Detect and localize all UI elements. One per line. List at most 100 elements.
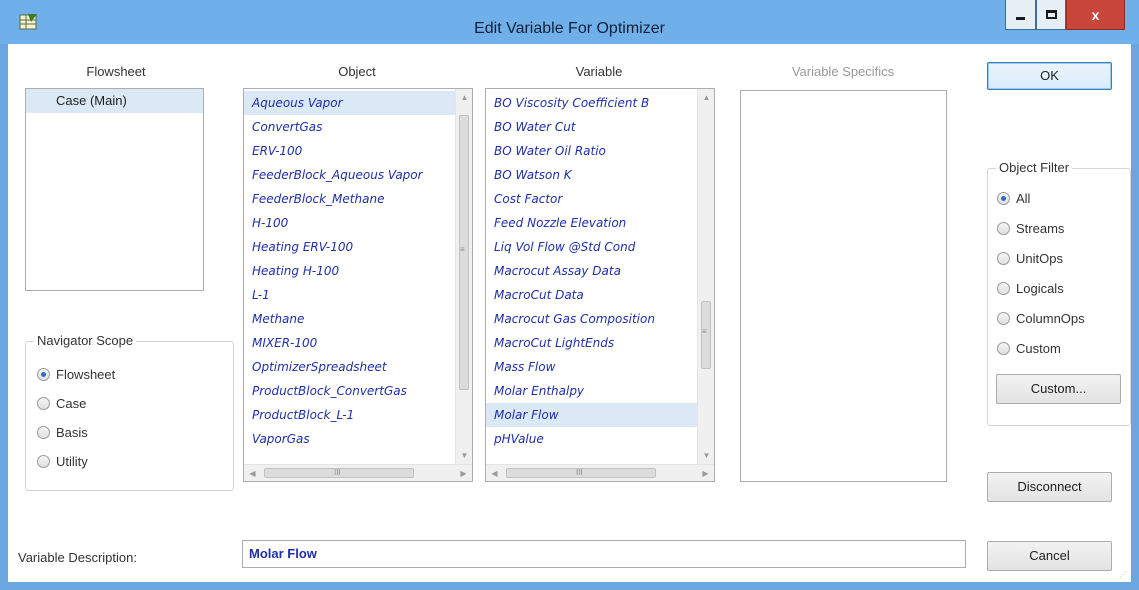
dialog-window: Edit Variable For Optimizer x Flowsheet … <box>0 0 1139 590</box>
scroll-down-arrow-icon[interactable]: ▼ <box>698 447 714 464</box>
close-button[interactable]: x <box>1066 0 1125 30</box>
scroll-down-arrow-icon[interactable]: ▼ <box>456 447 472 464</box>
variable-specifics-header: Variable Specifics <box>791 64 895 79</box>
radio-button-icon[interactable] <box>37 455 50 468</box>
list-item[interactable]: Mass Flow <box>486 355 697 379</box>
list-item[interactable]: MacroCut LightEnds <box>486 331 697 355</box>
ok-button[interactable]: OK <box>987 62 1112 90</box>
flowsheet-list[interactable]: Case (Main) <box>25 88 204 291</box>
object-items: Aqueous Vapor ConvertGas ERV-100 FeederBloc… <box>244 91 455 451</box>
radio-label: Logicals <box>1016 281 1064 296</box>
close-icon: x <box>1091 6 1100 23</box>
navigator-scope-legend: Navigator Scope <box>34 333 137 348</box>
radio-option[interactable]: Flowsheet <box>37 367 115 382</box>
list-item[interactable]: ProductBlock_L-1 <box>244 403 455 427</box>
variable-list[interactable]: BO Viscosity Coefficient B BO Water Cut BO… <box>485 88 715 482</box>
object-list[interactable]: Aqueous Vapor ConvertGas ERV-100 FeederBloc… <box>243 88 473 482</box>
radio-option[interactable]: Case <box>37 396 86 411</box>
list-item[interactable]: ConvertGas <box>244 115 455 139</box>
cancel-button[interactable]: Cancel <box>987 541 1112 571</box>
object-filter-legend: Object Filter <box>996 160 1073 175</box>
radio-option[interactable]: All <box>997 191 1030 206</box>
resize-grip-icon[interactable]: ⋰ <box>1119 570 1129 580</box>
list-item[interactable]: BO Watson K <box>486 163 697 187</box>
radio-option[interactable]: Logicals <box>997 281 1064 296</box>
list-item[interactable]: ERV-100 <box>244 139 455 163</box>
list-item[interactable]: L-1 <box>244 283 455 307</box>
list-item[interactable]: FeederBlock_Methane <box>244 187 455 211</box>
list-item[interactable]: MacroCut Data <box>486 283 697 307</box>
custom-filter-button[interactable]: Custom... <box>996 374 1121 404</box>
scroll-left-arrow-icon[interactable]: ◀ <box>244 465 261 481</box>
list-item[interactable]: Macrocut Gas Composition <box>486 307 697 331</box>
scroll-up-arrow-icon[interactable]: ▲ <box>698 89 714 106</box>
radio-option[interactable]: Custom <box>997 341 1061 356</box>
scroll-left-arrow-icon[interactable]: ◀ <box>486 465 503 481</box>
scroll-up-arrow-icon[interactable]: ▲ <box>456 89 472 106</box>
radio-option[interactable]: Utility <box>37 454 88 469</box>
radio-button-icon[interactable] <box>997 192 1010 205</box>
list-item[interactable]: BO Water Oil Ratio <box>486 139 697 163</box>
scroll-grip-icon: III <box>334 468 341 477</box>
radio-button-icon[interactable] <box>37 426 50 439</box>
list-item[interactable]: Cost Factor <box>486 187 697 211</box>
object-header: Object <box>338 64 376 79</box>
radio-label: Case <box>56 396 87 411</box>
list-item[interactable]: FeederBlock_Aqueous Vapor <box>244 163 455 187</box>
object-horizontal-scrollbar[interactable]: ◀ III ▶ <box>244 464 472 481</box>
variable-vertical-scrollbar[interactable]: ▲ ≡ ▼ <box>697 89 714 464</box>
minimize-button[interactable] <box>1005 0 1036 30</box>
radio-label: All <box>1016 191 1031 206</box>
list-item[interactable]: Molar Enthalpy <box>486 379 697 403</box>
maximize-icon <box>1045 10 1057 19</box>
radio-label: Custom <box>1016 341 1061 356</box>
variable-items: BO Viscosity Coefficient B BO Water Cut BO… <box>486 91 697 451</box>
list-item[interactable]: Macrocut Assay Data <box>486 259 697 283</box>
list-item[interactable]: Aqueous Vapor <box>244 91 455 115</box>
list-item[interactable]: BO Water Cut <box>486 115 697 139</box>
minimize-icon <box>1016 17 1025 20</box>
title-bar[interactable]: Edit Variable For Optimizer x <box>0 0 1139 44</box>
radio-option[interactable]: Streams <box>997 221 1064 236</box>
radio-button-icon[interactable] <box>37 368 50 381</box>
list-item[interactable]: Methane <box>244 307 455 331</box>
list-item[interactable]: ProductBlock_ConvertGas <box>244 379 455 403</box>
object-filter-group: Object Filter All Streams UnitOps Logicals C… <box>987 160 1131 426</box>
variable-header: Variable <box>575 64 623 79</box>
radio-button-icon[interactable] <box>997 342 1010 355</box>
disconnect-button[interactable]: Disconnect <box>987 472 1112 502</box>
list-item[interactable]: MIXER-100 <box>244 331 455 355</box>
list-item[interactable]: Heating H-100 <box>244 259 455 283</box>
list-item[interactable]: BO Viscosity Coefficient B <box>486 91 697 115</box>
list-item[interactable]: pHValue <box>486 427 697 451</box>
navigator-scope-group: Navigator Scope Flowsheet Case Basis Utilit… <box>25 333 234 491</box>
radio-option[interactable]: UnitOps <box>997 251 1063 266</box>
list-item[interactable]: OptimizerSpreadsheet <box>244 355 455 379</box>
radio-button-icon[interactable] <box>37 397 50 410</box>
variable-description-field[interactable]: Molar Flow <box>242 540 966 568</box>
list-item[interactable]: VaporGas <box>244 427 455 451</box>
radio-button-icon[interactable] <box>997 312 1010 325</box>
radio-label: Basis <box>56 425 88 440</box>
radio-option[interactable]: ColumnOps <box>997 311 1085 326</box>
radio-label: ColumnOps <box>1016 311 1085 326</box>
radio-button-icon[interactable] <box>997 222 1010 235</box>
dialog-body: Flowsheet Object Variable Variable Speci… <box>8 44 1131 582</box>
scroll-grip-icon: III <box>576 468 583 477</box>
radio-button-icon[interactable] <box>997 252 1010 265</box>
maximize-button[interactable] <box>1036 0 1066 30</box>
list-item[interactable]: Liq Vol Flow @Std Cond <box>486 235 697 259</box>
radio-label: Flowsheet <box>56 367 116 382</box>
radio-label: UnitOps <box>1016 251 1063 266</box>
list-item[interactable]: H-100 <box>244 211 455 235</box>
radio-option[interactable]: Basis <box>37 425 88 440</box>
list-item[interactable]: Heating ERV-100 <box>244 235 455 259</box>
scroll-right-arrow-icon[interactable]: ▶ <box>697 465 714 481</box>
list-item[interactable]: Molar Flow <box>486 403 697 427</box>
list-item[interactable]: Case (Main) <box>26 89 203 113</box>
object-vertical-scrollbar[interactable]: ▲ ≡ ▼ <box>455 89 472 464</box>
variable-horizontal-scrollbar[interactable]: ◀ III ▶ <box>486 464 714 481</box>
radio-button-icon[interactable] <box>997 282 1010 295</box>
list-item[interactable]: Feed Nozzle Elevation <box>486 211 697 235</box>
scroll-right-arrow-icon[interactable]: ▶ <box>455 465 472 481</box>
